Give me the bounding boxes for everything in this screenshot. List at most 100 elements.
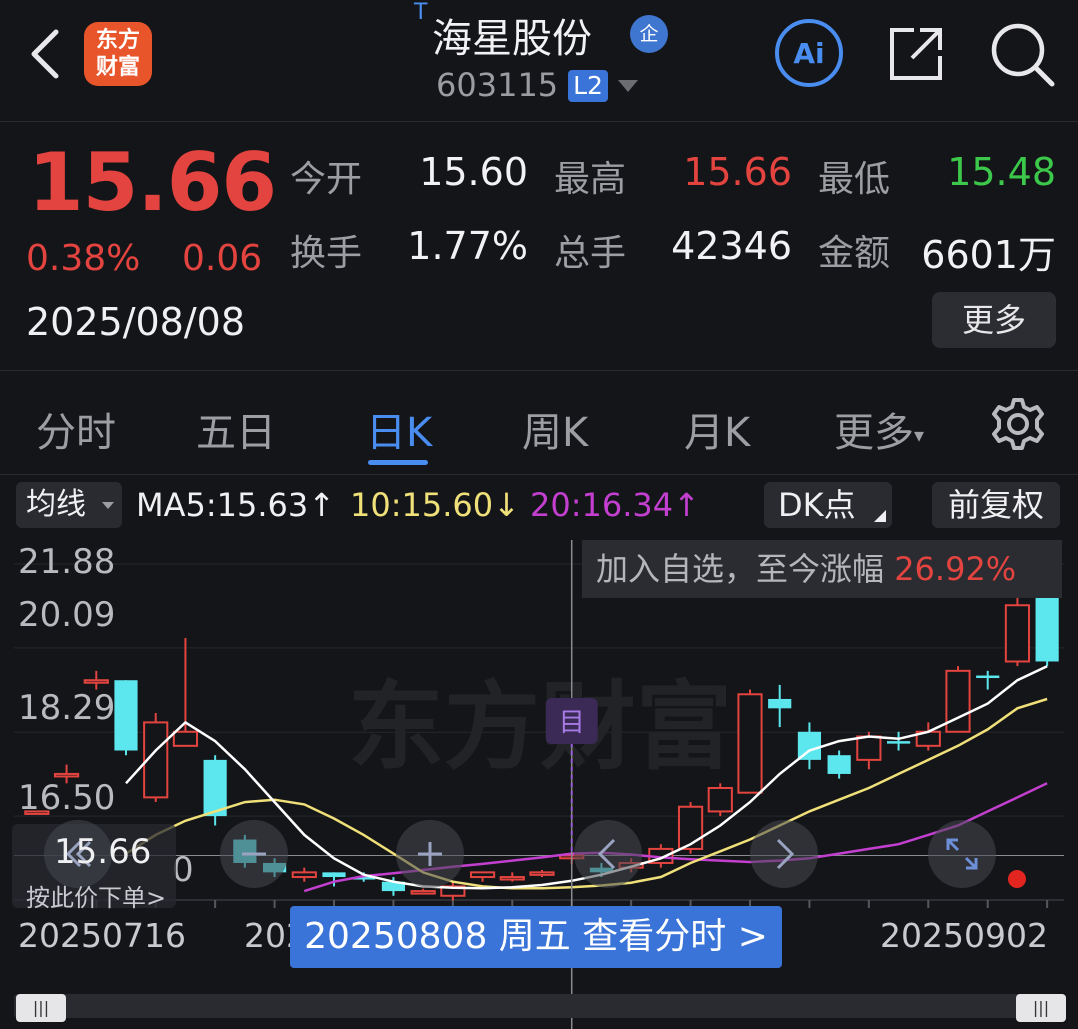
- order-at-price-label: 按此价下单>: [26, 884, 167, 912]
- active-tab-indicator: [368, 460, 428, 465]
- tab-more[interactable]: 更多▾: [834, 400, 924, 458]
- volume-value: 42346: [671, 224, 792, 268]
- candle-body-down: [1035, 595, 1059, 662]
- candle-body-up: [410, 890, 436, 895]
- corner-triangle-icon: [874, 510, 886, 522]
- candle-body-up: [291, 871, 317, 879]
- y-axis-label: 20.09: [18, 595, 116, 635]
- notification-dot: [1008, 870, 1026, 888]
- order-price: 15.66: [54, 832, 152, 872]
- candle-body-up: [83, 679, 109, 684]
- candle-body-down: [886, 741, 911, 744]
- quote-date: 2025/08/08: [26, 300, 246, 344]
- chevron-down-icon: [102, 502, 114, 509]
- tab-more-label: 更多: [834, 410, 914, 456]
- tip-text: 加入自选，至今涨幅: [596, 550, 885, 588]
- gear-icon[interactable]: [990, 396, 1046, 452]
- low-label: 最低: [818, 159, 891, 200]
- candle-body-down: [114, 680, 138, 751]
- ma10-value: 10:15.60↓: [350, 486, 520, 524]
- candle-body-up: [677, 805, 704, 850]
- zheng-badge: 企: [630, 15, 668, 53]
- share-icon[interactable]: [884, 22, 948, 86]
- cursor-badge: 目: [559, 708, 585, 738]
- candle-body-up: [172, 730, 199, 747]
- candle-body-up: [737, 693, 763, 794]
- indicator-selector-label: 均线: [26, 487, 86, 522]
- search-icon[interactable]: [988, 20, 1056, 88]
- candle-body-up: [1004, 604, 1031, 663]
- zoom-out-button[interactable]: [220, 820, 288, 888]
- candle-body-down: [768, 698, 792, 709]
- volume-label: 总手: [554, 233, 627, 274]
- scroll-handle-left[interactable]: |||: [16, 994, 66, 1022]
- turnover-value: 1.77%: [407, 224, 528, 268]
- tab-daily-k[interactable]: 日K: [366, 400, 432, 458]
- candle-body-down: [322, 872, 346, 878]
- amount-value: 6601万: [921, 233, 1056, 277]
- plus-icon: [418, 842, 442, 866]
- open-label: 今开: [290, 159, 363, 200]
- watchlist-tip[interactable]: 加入自选，至今涨幅 26.92%: [582, 540, 1062, 598]
- indicator-selector[interactable]: 均线: [16, 482, 122, 528]
- app-logo: 东方 财富: [84, 22, 152, 86]
- watermark: 东方财富: [348, 671, 732, 783]
- tab-monthly-k[interactable]: 月K: [684, 400, 750, 458]
- forward-adjust-button[interactable]: 前复权: [932, 482, 1060, 528]
- divider: [0, 121, 1078, 122]
- current-price: 15.66: [28, 136, 277, 229]
- candle-body-up: [53, 772, 80, 778]
- change-amount: 0.06: [182, 238, 263, 279]
- divider: [0, 474, 1078, 475]
- more-quote-button[interactable]: 更多: [932, 292, 1056, 348]
- chevron-right-icon: [776, 838, 795, 870]
- previous-button[interactable]: [574, 820, 642, 888]
- turnover-label: 换手: [290, 233, 363, 274]
- ma20-value: 20:16.34↑: [530, 486, 700, 524]
- tab-intraday[interactable]: 分时: [36, 400, 116, 458]
- stock-code: 603115: [436, 66, 559, 104]
- y-axis-label: 16.50: [18, 778, 116, 818]
- tab-weekly-k[interactable]: 周K: [522, 400, 588, 458]
- change-percent: 0.38%: [26, 238, 141, 279]
- zoom-in-button[interactable]: [396, 820, 464, 888]
- candle-body-up: [856, 735, 882, 761]
- amount-label: 金额: [818, 233, 891, 274]
- low-value: 15.48: [947, 150, 1056, 194]
- candle-body-up: [529, 871, 555, 876]
- dk-point-button[interactable]: DK点: [764, 482, 892, 528]
- chart-scrollbar[interactable]: [14, 994, 1066, 1018]
- open-value: 15.60: [419, 150, 528, 194]
- back-arrow-icon[interactable]: [24, 26, 68, 82]
- dropdown-caret-icon: ▾: [914, 423, 925, 447]
- tab-five-day[interactable]: 五日: [196, 400, 276, 458]
- scroll-handle-right[interactable]: |||: [1016, 994, 1066, 1022]
- y-axis-label: 21.88: [18, 542, 116, 582]
- svg-text:Ai: Ai: [793, 37, 824, 70]
- candle-body-up: [707, 787, 733, 813]
- high-label: 最高: [554, 159, 627, 200]
- x-axis-label: 20250716: [18, 916, 186, 955]
- chevron-down-icon[interactable]: [618, 80, 638, 92]
- high-value: 15.66: [683, 150, 792, 194]
- ai-assistant-icon[interactable]: Ai: [774, 18, 844, 88]
- candle-body-up: [469, 871, 496, 879]
- chevron-left-icon: [597, 838, 616, 870]
- tip-value: 26.92%: [894, 550, 1017, 588]
- x-axis-label: 20250902: [880, 916, 1048, 955]
- stock-name: 海星股份: [432, 16, 592, 62]
- candle-body-down: [976, 675, 1000, 679]
- expand-icon: [946, 838, 978, 870]
- ma5-value: MA5:15.63↑: [136, 486, 336, 524]
- level2-badge[interactable]: L2: [568, 70, 608, 102]
- dk-point-label: DK点: [778, 486, 856, 524]
- candle-body-down: [827, 755, 851, 774]
- t-trading-mark: T: [414, 0, 428, 25]
- next-button[interactable]: [750, 820, 818, 888]
- candle-body-up: [499, 876, 525, 881]
- fullscreen-button[interactable]: [928, 820, 996, 888]
- divider: [0, 370, 1078, 371]
- view-intraday-button[interactable]: 20250808 周五 查看分时 >: [290, 906, 782, 968]
- y-axis-label: 18.29: [18, 688, 116, 728]
- minus-icon: [242, 852, 266, 856]
